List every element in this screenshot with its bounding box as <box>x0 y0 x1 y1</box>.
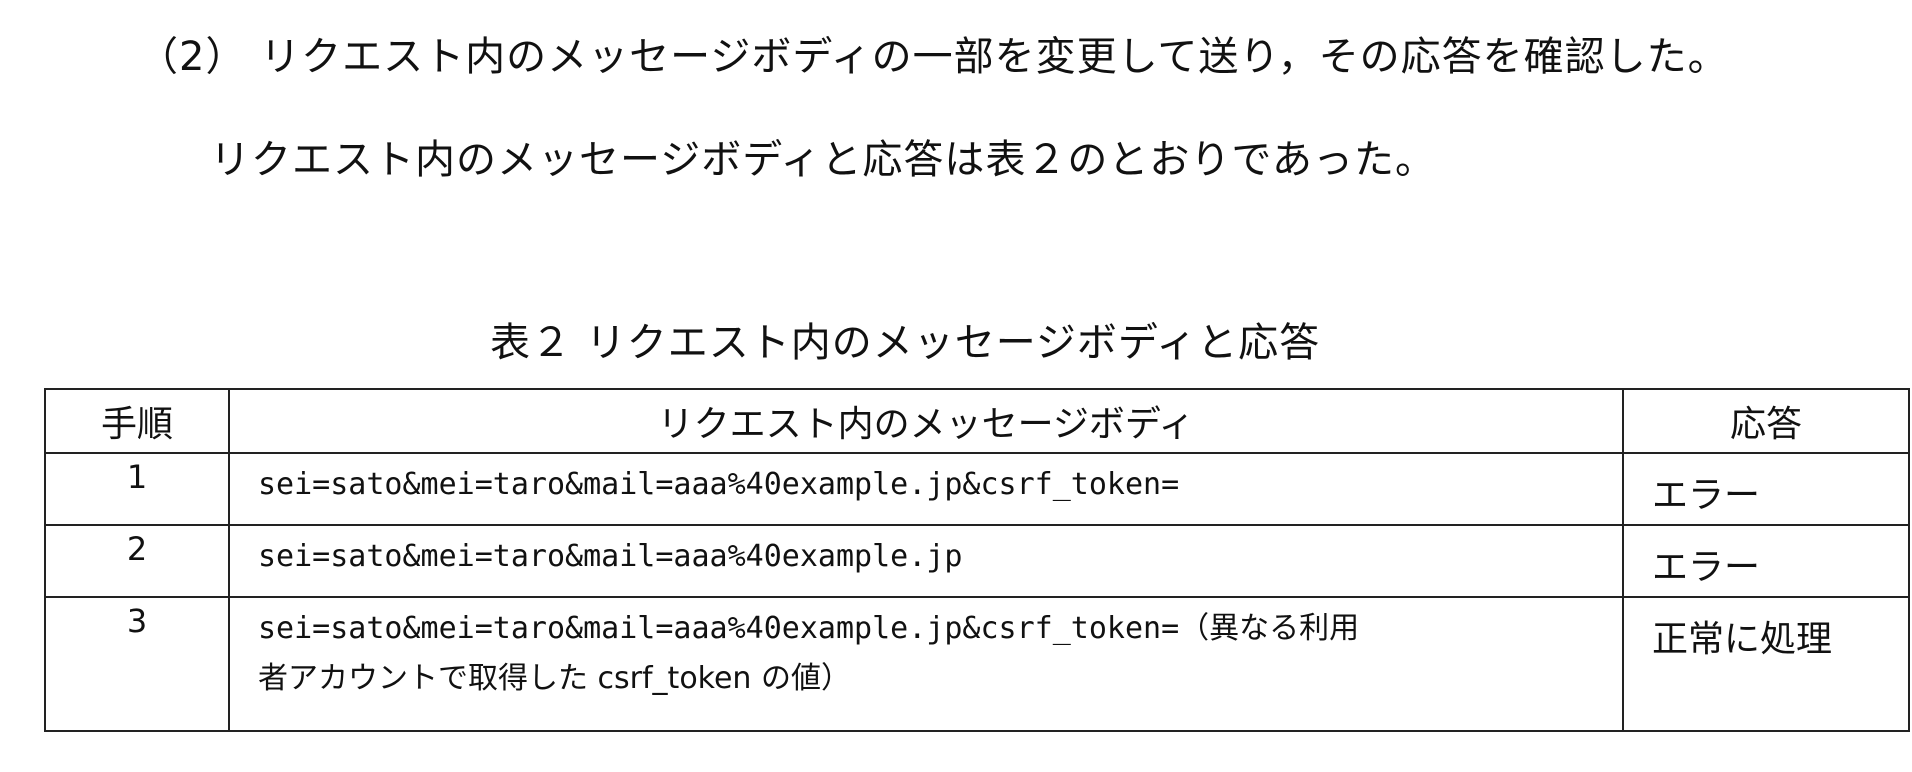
response-cell: エラー <box>1622 452 1910 526</box>
request-response-table: 手順 リクエスト内のメッセージボディ 応答 1 sei=sato&mei=tar… <box>44 388 1910 732</box>
table-header-row: 手順 リクエスト内のメッセージボディ 応答 <box>44 388 1910 454</box>
header-response: 応答 <box>1622 388 1910 454</box>
message-body-text: sei=sato&mei=taro&mail=aaa%40example.jp <box>258 539 963 574</box>
step-number: 2 <box>44 524 230 598</box>
step-number: 3 <box>44 596 230 732</box>
message-body-cell: sei=sato&mei=taro&mail=aaa%40example.jp&… <box>228 596 1624 732</box>
table-row: 2 sei=sato&mei=taro&mail=aaa%40example.j… <box>44 524 1910 598</box>
step-number: 1 <box>44 452 230 526</box>
header-step: 手順 <box>44 388 230 454</box>
header-message-body: リクエスト内のメッセージボディ <box>228 388 1624 454</box>
table-caption: 表２ リクエスト内のメッセージボディと応答 <box>490 320 1321 366</box>
message-body-text: sei=sato&mei=taro&mail=aaa%40example.jp&… <box>258 467 1180 502</box>
message-body-text: sei=sato&mei=taro&mail=aaa%40example.jp&… <box>258 611 1360 646</box>
paragraph-line-1: （2） リクエスト内のメッセージボディの一部を変更して送り，その応答を確認した。 <box>138 34 1729 80</box>
message-body-text-continued: 者アカウントで取得した csrf_token の値） <box>258 661 851 696</box>
response-cell: 正常に処理 <box>1622 596 1910 732</box>
paragraph-line-2: リクエスト内のメッセージボディと応答は表２のとおりであった。 <box>210 137 1436 183</box>
message-body-cell: sei=sato&mei=taro&mail=aaa%40example.jp&… <box>228 452 1624 526</box>
table-row: 1 sei=sato&mei=taro&mail=aaa%40example.j… <box>44 452 1910 526</box>
response-cell: エラー <box>1622 524 1910 598</box>
message-body-cell: sei=sato&mei=taro&mail=aaa%40example.jp <box>228 524 1624 598</box>
table-row: 3 sei=sato&mei=taro&mail=aaa%40example.j… <box>44 596 1910 732</box>
